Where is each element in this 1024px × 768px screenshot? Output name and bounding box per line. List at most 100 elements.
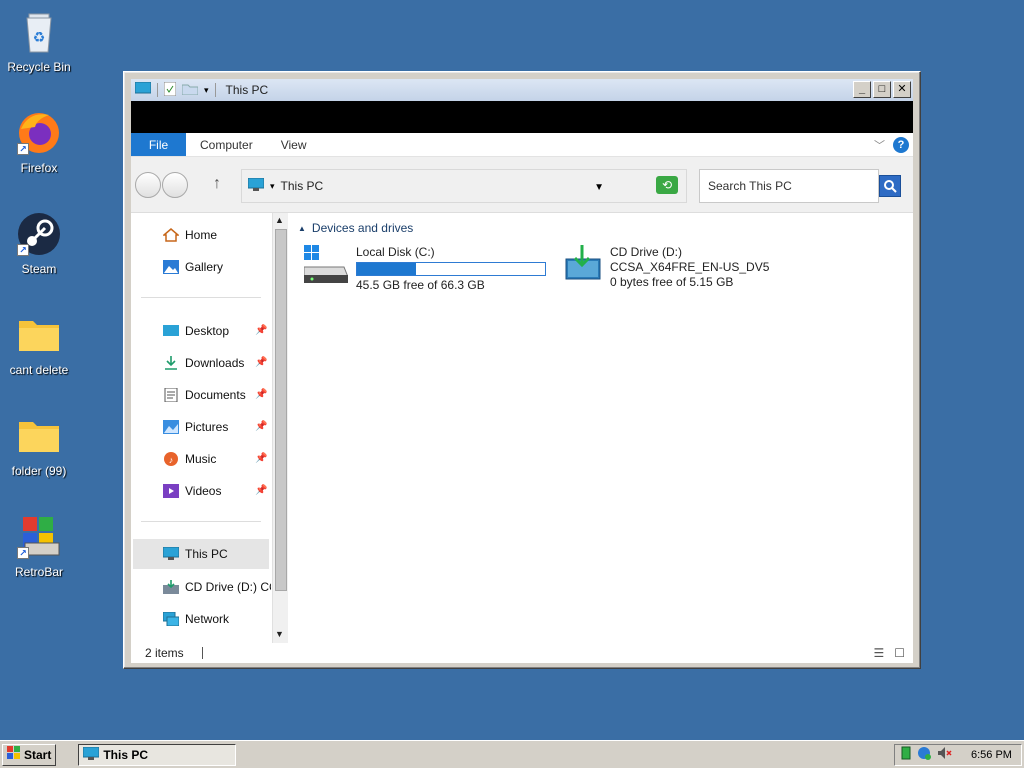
drive-local-disk[interactable]: Local Disk (C:) 45.5 GB free of 66.3 GB [303,245,546,293]
maximize-button[interactable]: □ [873,81,891,98]
customize-quick-access-icon[interactable]: ▾ [204,85,209,96]
scroll-thumb[interactable] [275,229,287,591]
volume-muted-icon[interactable] [937,746,953,763]
group-label: Devices and drives [311,221,414,235]
search-icon[interactable] [879,175,901,197]
clock[interactable]: 6:56 PM [971,749,1012,761]
shortcut-arrow-icon: ↗ [17,143,29,155]
minimize-button[interactable]: _ [853,81,871,98]
nav-item-gallery[interactable]: Gallery [163,257,223,277]
pin-icon[interactable]: 📌 [255,389,267,400]
address-bar[interactable]: ▾ This PC ▼ ⟲ [241,169,687,203]
taskbar-task-this-pc[interactable]: This PC [78,743,237,766]
desktop-icon-firefox[interactable]: ↗ Firefox [0,109,78,175]
title-bar[interactable]: ▾ This PC _ □ ✕ [131,79,913,101]
desktop-icon [163,324,179,338]
desktop-icon-cant-delete[interactable]: cant delete [0,311,78,377]
pin-icon[interactable]: 📌 [255,357,267,368]
drive-free-space: 0 bytes free of 5.15 GB [610,275,734,289]
nav-item-this-pc[interactable]: This PC [133,539,269,569]
explorer-window[interactable]: ▾ This PC _ □ ✕ File Computer View ﹀ ? ↑… [123,71,921,669]
nav-item-label: Network [185,612,230,626]
forward-button[interactable] [162,172,188,198]
firefox-icon: ↗ [15,109,63,157]
details-view-icon[interactable]: ☰ [873,646,884,660]
tab-computer[interactable]: Computer [186,133,267,156]
cd-drive-icon [163,580,179,594]
expand-ribbon-icon[interactable]: ﹀ [874,137,885,153]
back-button[interactable] [135,172,161,198]
start-button[interactable]: Start [2,743,57,766]
system-tray: 6:56 PM [894,743,1022,766]
nav-item-label: CD Drive (D:) CC [185,580,271,594]
close-button[interactable]: ✕ [893,81,911,98]
svg-text:♻: ♻ [33,29,46,45]
search-input[interactable]: Search This PC [699,169,879,203]
folder-icon [15,412,63,460]
windows-logo-icon [7,746,21,763]
desktop-icon-label: cant delete [9,363,69,377]
nav-item-desktop[interactable]: Desktop [163,321,229,341]
retrobar-icon: ↗ [15,513,63,561]
videos-icon [163,484,179,498]
large-icons-view-icon[interactable]: ☐ [894,646,905,660]
address-dropdown-icon[interactable]: ▼ [594,182,604,193]
divider [141,521,261,522]
help-icon[interactable]: ? [893,136,909,153]
tab-view[interactable]: View [267,133,321,156]
group-header[interactable]: ▲ Devices and drives [298,221,413,235]
gallery-icon [163,260,179,274]
drive-name: Local Disk (C:) [356,245,435,259]
nav-item-label: Documents [185,388,246,402]
nav-item-label: Pictures [185,420,229,434]
nav-item-label: Music [185,452,217,466]
network-icon [162,611,180,627]
scroll-up-icon[interactable]: ▲ [275,215,284,225]
desktop-icon-retrobar[interactable]: ↗ RetroBar [0,513,78,579]
title-overlay [131,101,913,133]
properties-icon[interactable] [163,81,177,99]
nav-item-network[interactable]: Network [162,609,230,629]
shortcut-arrow-icon: ↗ [17,244,29,256]
nav-item-cd-drive[interactable]: CD Drive (D:) CC [163,577,271,597]
new-folder-icon[interactable] [181,83,199,98]
pin-icon[interactable]: 📌 [255,325,267,336]
address-text: This PC [280,179,324,193]
computer-icon [82,746,100,763]
storage-usage-bar [356,262,546,276]
computer-icon [134,81,152,98]
up-arrow-icon[interactable]: ↑ [213,175,221,193]
tab-file[interactable]: File [131,133,186,156]
pin-icon[interactable]: 📌 [255,453,267,464]
drive-free-space: 45.5 GB free of 66.3 GB [356,278,485,292]
collapse-icon[interactable]: ▲ [298,224,306,233]
desktop-icon-steam[interactable]: ↗ Steam [0,210,78,276]
drive-volume-label: CCSA_X64FRE_EN-US_DV5 [610,260,770,274]
content-pane[interactable]: ▲ Devices and drives Local Disk (C:) 45.… [288,213,913,643]
nav-item-label: Gallery [185,260,224,274]
nav-item-music[interactable]: ♪ Music [163,449,216,469]
nav-item-downloads[interactable]: Downloads [163,353,244,373]
refresh-icon[interactable]: ⟲ [656,176,678,194]
pin-icon[interactable]: 📌 [255,485,267,496]
battery-icon[interactable] [901,746,911,763]
divider [141,297,261,298]
pin-icon[interactable]: 📌 [255,421,267,432]
svg-text:♪: ♪ [169,455,174,465]
drive-cd[interactable]: CD Drive (D:) CCSA_X64FRE_EN-US_DV5 0 by… [564,245,784,290]
nav-item-videos[interactable]: Videos [163,481,221,501]
drive-name: CD Drive (D:) [610,245,682,259]
scroll-down-icon[interactable]: ▼ [275,629,284,639]
status-bar: 2 items ☰ ☐ [131,643,913,663]
nav-item-documents[interactable]: Documents [163,385,246,405]
nav-scrollbar[interactable]: ▲ ▼ [272,213,288,643]
network-status-icon[interactable] [917,746,931,763]
breadcrumb-chevron-icon[interactable]: ▾ [270,181,275,192]
nav-item-home[interactable]: Home [161,225,217,245]
desktop-icon-recycle-bin[interactable]: ♻ Recycle Bin [0,8,78,74]
desktop-icon-folder-99[interactable]: folder (99) [0,412,78,478]
computer-icon [162,546,180,561]
start-label: Start [24,747,52,762]
download-icon [163,356,179,370]
nav-item-pictures[interactable]: Pictures [163,417,228,437]
